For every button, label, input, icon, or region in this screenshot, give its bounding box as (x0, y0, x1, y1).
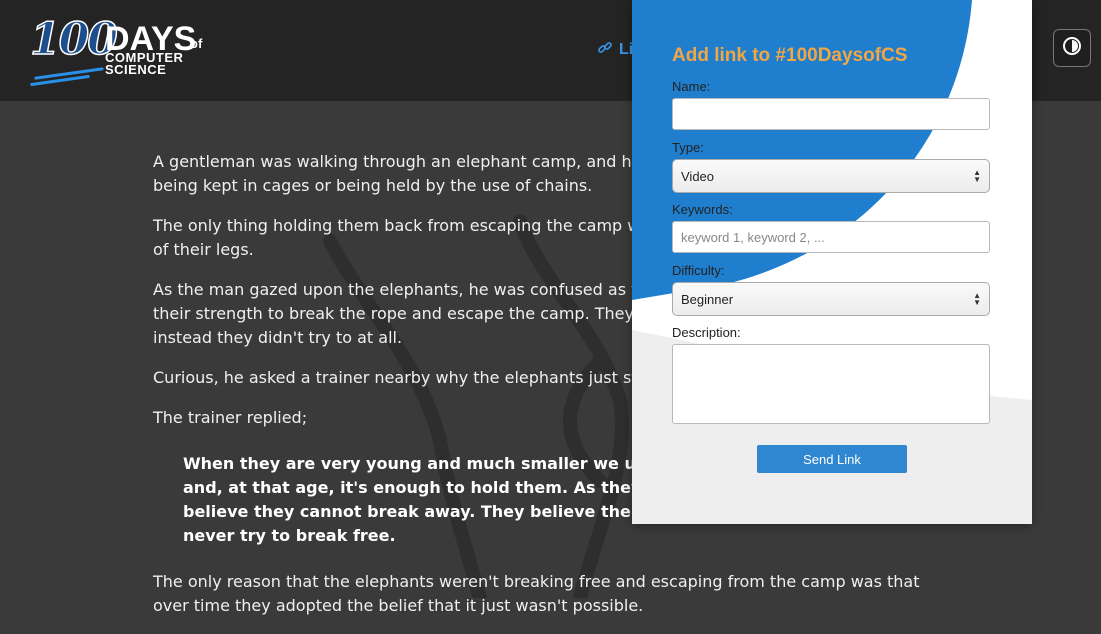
modal-title: Add link to #100DaysofCS (672, 45, 908, 66)
logo-number: 100 (29, 13, 118, 66)
select-arrows-icon: ▲ ▼ (973, 168, 981, 184)
link-icon (597, 40, 613, 61)
keywords-input[interactable]: keyword 1, keyword 2, ... (672, 221, 990, 253)
type-selected-value: Video (681, 168, 715, 184)
logo-line2: SCIENCE (105, 62, 167, 77)
type-select[interactable]: Video ▲ ▼ (672, 159, 990, 193)
logo-of: of (190, 36, 203, 51)
select-arrows-icon: ▲ ▼ (973, 291, 981, 307)
difficulty-select[interactable]: Beginner ▲ ▼ (672, 282, 990, 316)
type-label: Type: (672, 140, 704, 155)
description-textarea[interactable] (672, 344, 990, 424)
description-label: Description: (672, 325, 741, 340)
name-label: Name: (672, 79, 711, 94)
difficulty-label: Difficulty: (672, 263, 725, 278)
site-logo[interactable]: 100 DAYS of COMPUTER SCIENCE (29, 13, 210, 88)
difficulty-selected-value: Beginner (681, 291, 734, 307)
article-paragraph: The only reason that the elephants weren… (153, 572, 920, 615)
add-link-modal: Add link to #100DaysofCS Name: Type: Vid… (632, 0, 1032, 524)
nav-links-link[interactable]: Links (597, 38, 637, 62)
theme-toggle-button[interactable] (1053, 29, 1091, 67)
keywords-label: Keywords: (672, 202, 733, 217)
name-input[interactable] (672, 98, 990, 130)
send-link-button[interactable]: Send Link (757, 445, 907, 473)
contrast-icon (1062, 36, 1082, 60)
